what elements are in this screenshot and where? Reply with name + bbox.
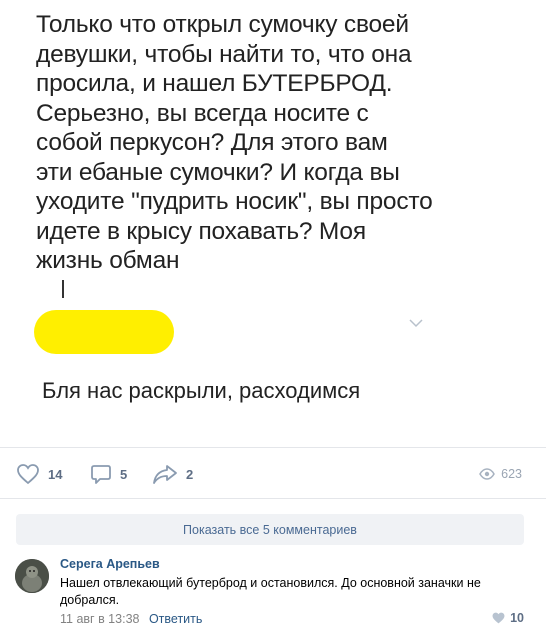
share-count: 2 xyxy=(186,466,194,482)
chevron-down-icon[interactable] xyxy=(408,318,424,328)
comment-icon xyxy=(91,465,111,484)
comment-author[interactable]: Серега Арепьев xyxy=(60,557,160,571)
views-count: 623 xyxy=(501,467,522,481)
share-icon xyxy=(153,465,177,484)
avatar[interactable] xyxy=(15,559,49,593)
post-text-line: собой перкусон? Для этого вам xyxy=(36,129,388,156)
like-count: 14 xyxy=(48,466,63,482)
views-counter: 623 xyxy=(479,460,522,488)
comment-like-button[interactable]: 10 xyxy=(492,611,524,625)
divider xyxy=(0,447,546,448)
text-cursor xyxy=(62,280,64,298)
post-text-line: идете в крысу похавать? Моя xyxy=(36,217,366,245)
eye-icon xyxy=(479,468,496,480)
comment-count: 5 xyxy=(120,466,128,482)
post-text-line: жизнь обман xyxy=(36,247,180,274)
post-actions: 14 5 2 623 xyxy=(0,460,546,488)
reply-button[interactable]: Ответить xyxy=(149,612,202,626)
post-text-line: эти ебаные сумочки? И когда вы xyxy=(36,158,400,186)
show-all-comments-button[interactable]: Показать все 5 комментариев xyxy=(16,514,524,545)
heart-icon xyxy=(17,464,39,485)
post-text-line: девушки, чтобы найти то, что она xyxy=(36,40,412,68)
like-button[interactable]: 14 xyxy=(16,460,62,488)
comment-text: Нашел отвлекающий бутерброд и остановилс… xyxy=(60,576,481,607)
comment-meta: 11 авг в 13:38 Ответить xyxy=(60,612,202,626)
comment-like-count: 10 xyxy=(510,611,524,625)
post-text-line: Серьезно, вы всегда носите с xyxy=(36,99,369,127)
heart-icon xyxy=(492,612,505,624)
divider xyxy=(0,498,546,499)
censored-name-highlight xyxy=(34,310,174,354)
reply-text: Бля нас раскрыли, расходимся xyxy=(42,378,361,403)
comment-date[interactable]: 11 авг в 13:38 xyxy=(60,612,139,626)
comment-button[interactable]: 5 xyxy=(90,460,127,488)
post-text-line: уходите "пудрить носик", вы просто xyxy=(36,188,433,215)
post-text: Только что открыл сумочку своей девушки,… xyxy=(36,10,456,276)
post-text-line: Только что открыл сумочку своей xyxy=(36,11,409,38)
post-text-line: просила, и нашел БУТЕРБРОД. xyxy=(36,70,393,97)
share-button[interactable]: 2 xyxy=(152,460,193,488)
